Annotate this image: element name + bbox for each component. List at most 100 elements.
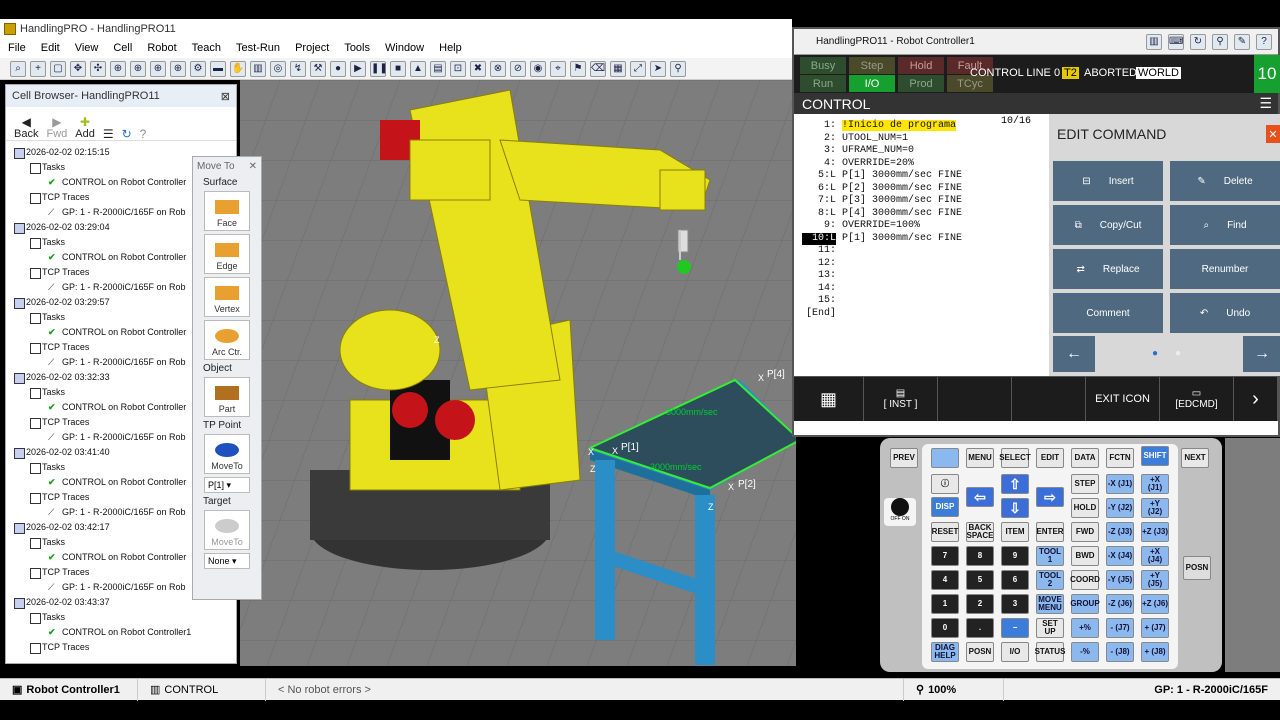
group-key[interactable]: GROUP [1070,594,1100,614]
left-arrow-key[interactable]: ⇦ [966,487,994,507]
point-select[interactable]: P[1] ▾ [204,477,250,493]
stop-icon[interactable]: ■ [390,60,406,77]
tree-task-item[interactable]: ✔ CONTROL on Robot Controller1 [14,625,236,640]
menu-view[interactable]: View [75,42,99,54]
number-key-7[interactable]: 2 [966,594,994,614]
menu-tools[interactable]: Tools [344,42,370,54]
coord-key[interactable]: COORD [1070,570,1100,590]
menu-edit[interactable]: Edit [41,42,60,54]
program-line[interactable]: 7:L P[3] 3000mm/sec FINE [802,195,1048,208]
jog-minus-key-5[interactable]: -Z (J6) [1106,594,1134,614]
target-icon[interactable]: ◎ [270,60,286,77]
inst-button[interactable]: ▤[ INST ] [864,377,938,421]
replace-button[interactable]: ⇄ Replace [1053,249,1163,289]
number-key-10[interactable]: . [966,618,994,638]
frame4-icon[interactable]: ⊕ [170,60,186,77]
prev-key[interactable]: PREV [890,448,918,468]
number-key-1[interactable]: 8 [966,546,994,566]
jog-plus-key-1[interactable]: +Y (J2) [1141,498,1169,518]
jog-icon[interactable]: ✣ [90,60,106,77]
program-line[interactable]: 9: OVERRIDE=100% [802,220,1048,233]
reset-key[interactable]: RESET [931,522,959,542]
comment-button[interactable]: Comment [1053,293,1163,333]
minus-key[interactable]: − [1001,618,1029,638]
menu-project[interactable]: Project [295,42,329,54]
pendant-icon[interactable]: ▥ [1146,33,1162,50]
edit-icon[interactable]: ✎ [1234,33,1250,50]
menu-test-run[interactable]: Test-Run [236,42,280,54]
move-menu-key[interactable]: MOVE MENU [1036,594,1064,614]
program-line[interactable]: 1: !Inicio de programa [802,120,1048,133]
jog-plus-key-4[interactable]: +Y (J5) [1141,570,1169,590]
fctn-key[interactable]: FCTN [1106,448,1134,468]
frame2-icon[interactable]: ⊕ [130,60,146,77]
record-icon[interactable]: ⊡ [450,60,466,77]
info-key[interactable]: ⓘ [931,474,959,494]
arc-center-button[interactable]: Arc Ctr. [204,320,250,360]
f3-button[interactable] [938,377,1012,421]
erase-icon[interactable]: ⌫ [590,60,606,77]
menu-cell[interactable]: Cell [113,42,132,54]
tcp-icon[interactable]: ⊗ [490,60,506,77]
next-key[interactable]: NEXT [1181,448,1209,468]
hold-key[interactable]: HOLD [1071,498,1099,518]
run-options-icon[interactable]: ● [330,60,346,77]
number-key-3[interactable]: 4 [931,570,959,590]
shift-key[interactable]: SHIFT [1141,446,1169,466]
program-line[interactable]: 3: UFRAME_NUM=0 [802,145,1048,158]
jog-plus-key-6[interactable]: + (J7) [1141,618,1169,638]
3d-viewport[interactable]: P[1] P[2] P[4] 3000mm/sec 3000mm/sec Z Z… [240,80,796,666]
deadman-switch[interactable]: OFF ON [884,498,916,526]
report-icon[interactable]: ▤ [430,60,446,77]
edit-key[interactable]: EDIT [1036,448,1064,468]
blank-key[interactable] [931,448,959,468]
program-line[interactable]: 14: [802,283,1048,296]
cursor-icon[interactable]: ➤ [650,60,666,77]
tool2-key[interactable]: TOOL 2 [1036,570,1064,590]
zoom-icon[interactable]: ⌕ [10,60,26,77]
prev-page-button[interactable]: ← [1053,336,1095,372]
number-key-8[interactable]: 3 [1001,594,1029,614]
close-icon[interactable]: ✕ [1266,125,1280,143]
tree-view-button[interactable]: ☰ [103,128,114,140]
help-icon[interactable]: ? [1256,33,1272,50]
eject-icon[interactable]: ▲ [410,60,426,77]
forward-button[interactable]: ▶ Fwd [46,116,67,140]
moveto-button[interactable]: MoveTo [204,434,250,474]
ruler-icon[interactable]: ▬ [210,60,226,77]
path-icon[interactable]: ↯ [290,60,306,77]
robot-icon[interactable]: ⚒ [310,60,326,77]
zoom-fit-icon[interactable]: ▢ [50,60,66,77]
jog-plus-key-5[interactable]: +Z (J6) [1141,594,1169,614]
minus-percent-key[interactable]: -% [1071,642,1099,662]
f4-button[interactable] [1012,377,1086,421]
menu-file[interactable]: File [8,42,26,54]
teach-icon[interactable]: ⊘ [510,60,526,77]
copy-cut-button[interactable]: ⧉ Copy/Cut [1053,205,1163,245]
teach-pendant-icon[interactable]: ▥ [250,60,266,77]
insert-button[interactable]: ⊟ Insert [1053,161,1163,201]
tool1-key[interactable]: TOOL 1 [1036,546,1064,566]
right-arrow-key[interactable]: ⇨ [1036,487,1064,507]
tree-traces-node[interactable]: TCP Traces [14,640,236,655]
scope-icon[interactable]: ◉ [530,60,546,77]
disp-key[interactable]: DISP [931,497,959,517]
down-arrow-key[interactable]: ⇩ [1001,498,1029,518]
number-key-6[interactable]: 1 [931,594,959,614]
backspace-key[interactable]: BACK SPACE [966,522,994,542]
number-key-4[interactable]: 5 [966,570,994,590]
item-key[interactable]: ITEM [1001,522,1029,542]
step-key[interactable]: STEP [1071,474,1099,494]
data-key[interactable]: DATA [1071,448,1099,468]
number-key-2[interactable]: 9 [1001,546,1029,566]
program-line[interactable]: 6:L P[2] 3000mm/sec FINE [802,183,1048,196]
jog-plus-key-3[interactable]: +X (J4) [1141,546,1169,566]
jog-minus-key-7[interactable]: - (J8) [1106,642,1134,662]
up-arrow-key[interactable]: ⇧ [1001,474,1029,494]
program-line[interactable]: 5:L P[1] 3000mm/sec FINE [802,170,1048,183]
edcmd-button[interactable]: ▭ [EDCMD] [1160,377,1234,421]
zoom-in-icon[interactable]: + [30,60,46,77]
posn-side-key[interactable]: POSN [1183,556,1211,580]
part-icon[interactable]: ⚑ [570,60,586,77]
renumber-button[interactable]: Renumber [1170,249,1280,289]
